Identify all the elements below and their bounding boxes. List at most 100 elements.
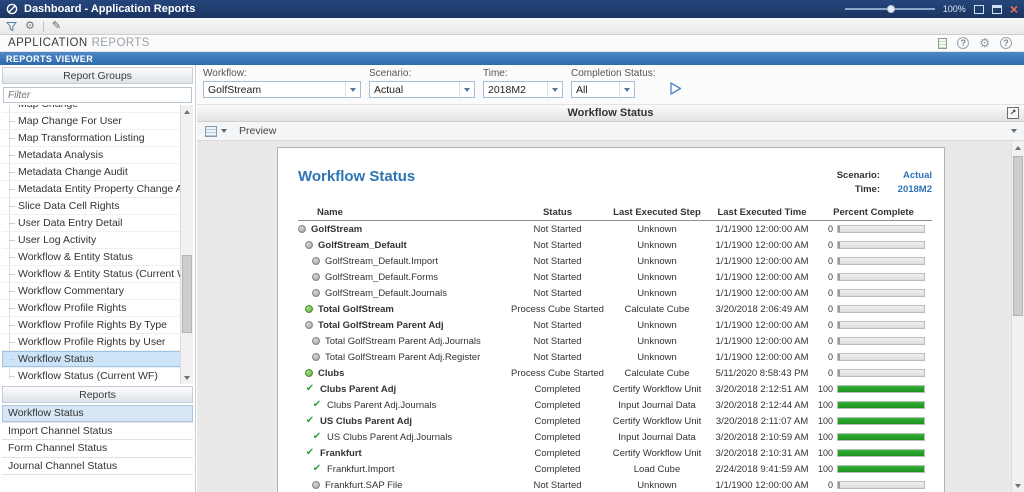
report-group-item[interactable]: Workflow Profile Rights	[2, 300, 193, 317]
row-percent-value: 0	[827, 304, 833, 314]
percent-bar-fill	[838, 306, 840, 312]
report-view-icon[interactable]	[205, 125, 217, 137]
row-name-text: Total GolfStream	[318, 303, 394, 315]
report-group-item[interactable]: Workflow & Entity Status	[2, 249, 193, 266]
report-group-item[interactable]: User Data Entry Detail	[2, 215, 193, 232]
expand-icon[interactable]: ↗	[1007, 107, 1019, 119]
scroll-down-icon[interactable]	[181, 371, 193, 384]
filter-icon[interactable]	[6, 21, 17, 32]
row-name-text: Total GolfStream Parent Adj	[318, 319, 444, 331]
row-percent-cell: 0	[815, 336, 932, 346]
report-group-item[interactable]: Map Change	[2, 105, 193, 113]
report-item[interactable]: Import Channel Status	[2, 423, 193, 440]
row-percent-value: 0	[827, 480, 833, 490]
collapse-preview-icon[interactable]	[1011, 129, 1017, 133]
row-name-cell: Total GolfStream Parent Adj.Register	[298, 352, 510, 363]
row-last-time: 3/20/2018 2:10:31 AM	[715, 447, 809, 459]
report-item[interactable]: Journal Channel Status	[2, 458, 193, 475]
report-group-item[interactable]: Workflow Profile Rights By Type	[2, 317, 193, 334]
reports-list: Workflow Status Import Channel Status Form…	[2, 405, 193, 475]
row-last-step: Input Journal Data	[618, 399, 696, 411]
preview-label: Preview	[239, 125, 277, 137]
report-group-item[interactable]: Slice Data Cell Rights	[2, 198, 193, 215]
main-area: Workflow: GolfStream Scenario: Actual Ti…	[197, 65, 1024, 492]
report-group-item[interactable]: Map Change For User	[2, 113, 193, 130]
report-group-item[interactable]: Metadata Entity Property Change Audit	[2, 181, 193, 198]
row-percent-value: 0	[827, 352, 833, 362]
scrollbar-thumb[interactable]	[1013, 156, 1023, 316]
report-group-item[interactable]: User Log Activity	[2, 232, 193, 249]
percent-bar	[837, 449, 925, 457]
row-name-cell: Frankfurt.SAP File	[298, 480, 510, 491]
fit-window-icon[interactable]	[973, 4, 984, 14]
report-group-item[interactable]: Workflow Status	[2, 351, 193, 368]
row-name-cell: ✔ US Clubs Parent Adj	[298, 416, 510, 427]
window-mode-icon[interactable]	[991, 4, 1002, 14]
column-header-name: Name	[317, 207, 343, 218]
zoom-slider-handle[interactable]	[886, 5, 895, 13]
section-title: Workflow Status	[567, 107, 654, 119]
row-percent-value: 0	[827, 320, 833, 330]
scroll-up-icon[interactable]	[181, 105, 193, 118]
gear-icon[interactable]: ⚙	[979, 37, 990, 49]
percent-bar	[837, 337, 925, 345]
workflow-dropdown[interactable]: GolfStream	[203, 81, 361, 98]
help-icon[interactable]: ?	[957, 37, 970, 49]
preview-scrollbar[interactable]	[1011, 141, 1024, 492]
scroll-down-icon[interactable]	[1012, 479, 1024, 492]
time-dropdown[interactable]: 2018M2	[483, 81, 563, 98]
report-group-item[interactable]: Metadata Analysis	[2, 147, 193, 164]
window-title: Dashboard - Application Reports	[24, 3, 196, 15]
info-icon[interactable]: ?	[1000, 37, 1012, 49]
row-last-time: 1/1/1900 12:00:00 AM	[715, 287, 809, 299]
scroll-up-icon[interactable]	[1012, 141, 1024, 154]
meta-time-label: Time:	[854, 184, 880, 195]
row-percent-cell: 0	[815, 272, 932, 282]
table-row: Total GolfStream Process Cube Started Calc…	[298, 301, 932, 317]
report-group-item[interactable]: Workflow Commentary	[2, 283, 193, 300]
groups-scrollbar[interactable]	[180, 105, 193, 384]
filter-input[interactable]	[3, 87, 192, 103]
row-name-text: Clubs Parent Adj	[320, 383, 397, 395]
close-icon[interactable]: ×	[1010, 2, 1018, 16]
row-status: Process Cube Started	[511, 367, 604, 379]
percent-bar	[837, 433, 925, 441]
percent-bar	[837, 369, 925, 377]
row-status: Process Cube Started	[511, 303, 604, 315]
scrollbar-thumb[interactable]	[182, 255, 192, 333]
report-item[interactable]: Form Channel Status	[2, 440, 193, 458]
completion-status-dropdown[interactable]: All	[571, 81, 635, 98]
report-group-item[interactable]: Workflow & Entity Status (Current WF)	[2, 266, 193, 283]
zoom-slider[interactable]	[844, 5, 935, 13]
report-group-item[interactable]: Metadata Change Audit	[2, 164, 193, 181]
settings-gear-icon[interactable]: ⚙	[25, 20, 35, 32]
row-last-time: 5/11/2020 8:58:43 PM	[715, 367, 809, 379]
chevron-down-icon[interactable]	[221, 129, 227, 133]
completion-status-control: Completion Status: All	[571, 68, 656, 98]
row-percent-value: 100	[817, 464, 833, 474]
table-row: GolfStream_Default.Forms Not Started Unkno…	[298, 269, 932, 285]
run-report-button[interactable]	[668, 81, 683, 96]
row-last-time: 1/1/1900 12:00:00 AM	[715, 319, 809, 331]
scenario-dropdown[interactable]: Actual	[369, 81, 475, 98]
row-percent-cell: 0	[815, 224, 932, 234]
edit-pencil-icon[interactable]: ✎	[52, 20, 61, 32]
report-group-item[interactable]: Map Transformation Listing	[2, 130, 193, 147]
report-item[interactable]: Workflow Status	[2, 405, 193, 423]
percent-bar	[837, 257, 925, 265]
percent-bar	[837, 385, 925, 393]
row-status: Not Started	[533, 479, 582, 491]
report-group-item[interactable]: Workflow Status (Current WF)	[2, 368, 193, 384]
not-started-dot-icon	[298, 225, 306, 233]
row-percent-cell: 0	[815, 352, 932, 362]
row-percent-value: 0	[827, 288, 833, 298]
not-started-dot-icon	[305, 321, 313, 329]
title-bar: Dashboard - Application Reports 100% ×	[0, 0, 1024, 18]
row-percent-cell: 0	[815, 368, 932, 378]
row-last-step: Unknown	[637, 287, 677, 299]
table-row: Frankfurt.SAP File Not Started Unknown 1/1/…	[298, 477, 932, 492]
report-groups-list: Map ChangeMap Change For UserMap Transfo…	[2, 105, 193, 384]
report-group-item[interactable]: Workflow Profile Rights by User	[2, 334, 193, 351]
document-icon[interactable]	[938, 37, 948, 49]
report-page: Workflow Status Scenario: Actual Time: 2…	[277, 147, 945, 492]
